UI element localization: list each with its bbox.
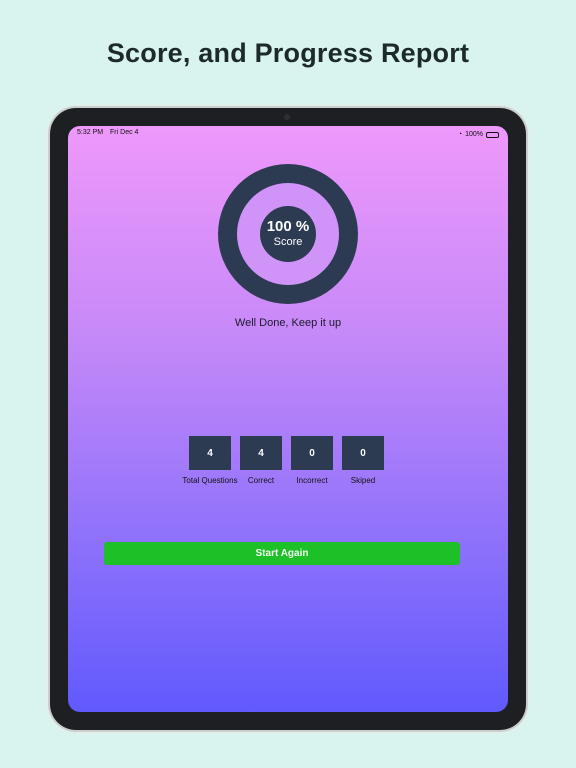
status-bar: 5:32 PM Fri Dec 4 ◔ 100% [68,126,508,140]
stats-row: 4 Total Questions 4 Correct 0 Incorrect … [182,436,384,485]
stat-value: 0 [342,436,384,470]
camera-dot [284,114,290,120]
status-time: 5:32 PM [77,129,104,136]
score-ring: 100 % Score [218,164,358,304]
stat-value: 0 [291,436,333,470]
stat-skipped: 0 Skiped [342,436,384,485]
stat-value: 4 [240,436,282,470]
stat-correct: 4 Correct [240,436,282,485]
stat-incorrect: 0 Incorrect [291,436,333,485]
result-message: Well Done, Keep it up [234,317,342,329]
score-percent: 100 % [266,218,310,235]
app-screen: 5:32 PM Fri Dec 4 ◔ 100% 100 % Score Wel… [68,126,508,712]
score-center: 100 % Score [260,206,316,262]
status-date: Fri Dec 4 [110,129,139,136]
page-headline: Score, and Progress Report [106,38,470,68]
start-again-button[interactable]: Start Again [104,542,460,565]
stat-label: Skiped [350,476,376,485]
tablet-frame: 5:32 PM Fri Dec 4 ◔ 100% 100 % Score Wel… [50,108,526,730]
battery-icon [486,131,499,138]
score-label: Score [273,236,303,248]
battery-percent: 100% [465,131,483,138]
stat-value: 4 [189,436,231,470]
wifi-icon: ◔ [457,131,463,138]
stat-total-questions: 4 Total Questions [182,436,238,485]
